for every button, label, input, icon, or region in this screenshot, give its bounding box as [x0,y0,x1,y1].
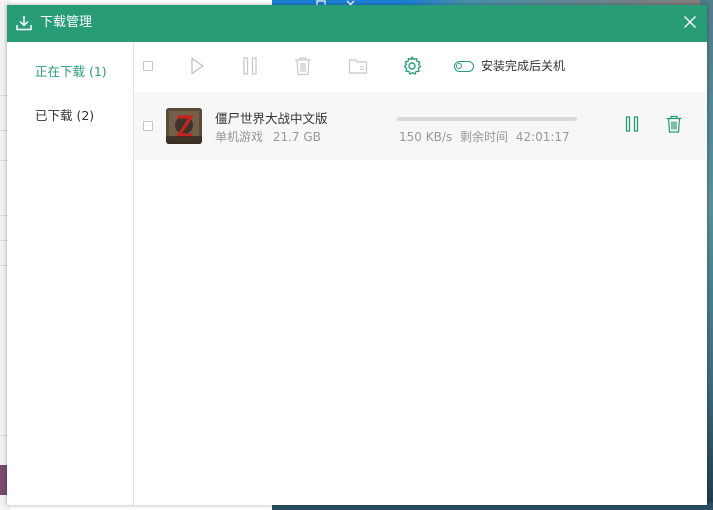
settings-icon[interactable] [401,55,423,77]
shutdown-label: 安装完成后关机 [481,59,566,73]
download-icon [15,14,33,32]
download-progress-bar [397,117,577,121]
window-title: 下载管理 [40,15,93,30]
toggle-switch[interactable] [454,60,474,72]
time-remaining: 42:01:17 [515,130,570,144]
game-meta: 单机游戏 21.7 GB [215,128,327,145]
sidebar-item-downloaded[interactable]: 已下载 (2) [7,94,133,138]
toolbar: 安装完成后关机 [134,42,707,90]
shutdown-after-install-toggle[interactable]: 安装完成后关机 [454,58,565,74]
sidebar: 正在下载 (1) 已下载 (2) [7,42,134,505]
download-row: 僵尸世界大战中文版 单机游戏 21.7 GB 150 KB/s 剩余时间 42:… [134,92,707,160]
main-panel: 安装完成后关机 僵尸世界大战中文版 单机游戏 21.7 GB 150 KB/s … [134,42,707,505]
download-manager-window: 下载管理 正在下载 (1) 已下载 (2) 安装完成后关机 僵尸世界大战中文版 … [7,5,707,505]
pause-icon[interactable] [239,55,261,77]
download-speed: 150 KB/s [399,130,453,144]
sidebar-item-label: 已下载 (2) [35,108,95,123]
game-size: 21.7 GB [272,130,321,144]
row-pause-icon[interactable] [622,114,642,134]
play-icon[interactable] [186,55,208,77]
download-status: 150 KB/s 剩余时间 42:01:17 [399,128,574,145]
game-cover-icon [166,108,202,144]
time-remaining-label: 剩余时间 [459,130,508,144]
close-icon[interactable] [681,13,699,31]
game-category: 单机游戏 [215,130,264,144]
row-checkbox[interactable] [143,121,153,131]
folder-icon[interactable] [347,55,369,77]
sidebar-item-label: 正在下载 (1) [35,64,107,79]
game-title: 僵尸世界大战中文版 [215,111,328,126]
row-delete-icon[interactable] [664,114,684,134]
title-bar[interactable]: 下载管理 [7,5,707,42]
sidebar-item-downloading[interactable]: 正在下载 (1) [7,50,133,94]
select-all-checkbox[interactable] [143,61,153,71]
delete-icon[interactable] [292,55,314,77]
